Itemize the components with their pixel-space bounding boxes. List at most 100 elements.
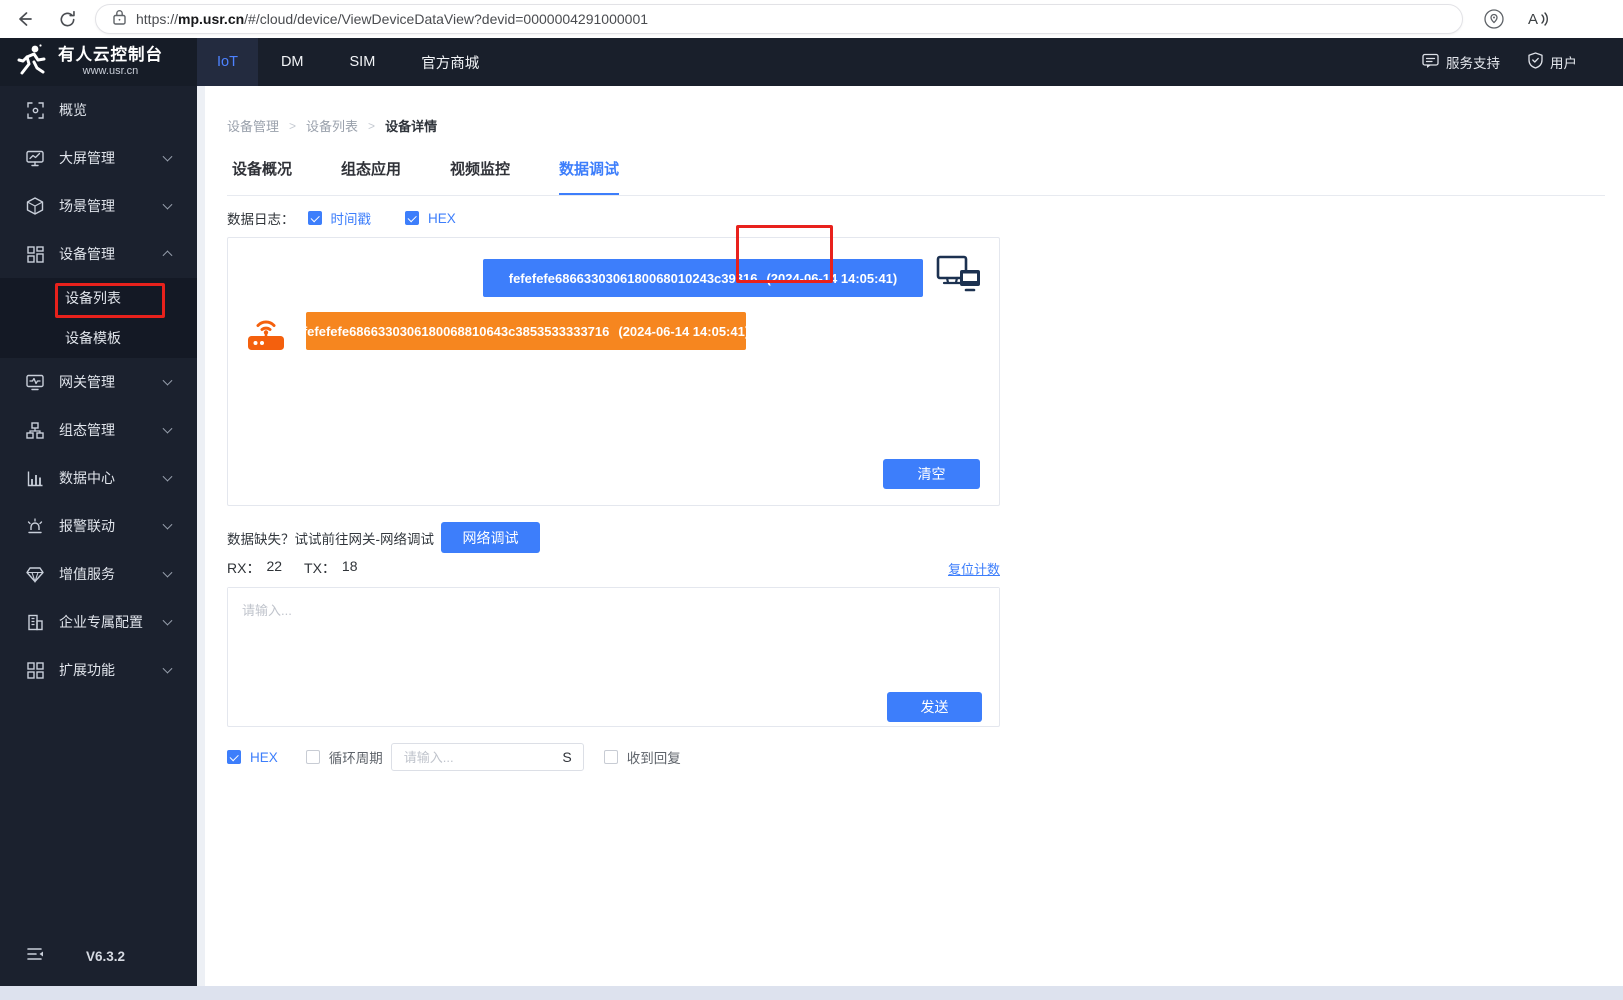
breadcrumb-current: 设备详情: [385, 119, 438, 134]
sidebar: 概览 大屏管理 场景管理 设备管理 设备列表 设备模板 网关管理 组态管理 数据…: [0, 86, 197, 986]
version-label: V6.3.2: [86, 949, 126, 964]
rx-label: RX：: [227, 560, 261, 576]
checkbox-checked-icon[interactable]: [227, 750, 241, 764]
sidebar-item-scada[interactable]: 组态管理: [0, 406, 197, 454]
breadcrumb-item[interactable]: 设备列表: [306, 116, 358, 135]
received-timestamp: (2024-06-14 14:05:41): [618, 323, 750, 339]
chevron-down-icon: [162, 471, 173, 482]
cycle-period-checkbox[interactable]: 循环周期: [305, 747, 383, 767]
user-menu[interactable]: 用户: [1528, 52, 1577, 72]
checkbox-checked-icon[interactable]: [307, 211, 322, 225]
sidebar-item-gateway[interactable]: 网关管理: [0, 358, 197, 406]
rx-value: 22: [266, 558, 283, 574]
send-message-textarea[interactable]: [228, 588, 999, 683]
sidebar-item-overview[interactable]: 概览: [0, 86, 197, 134]
browser-location-icon[interactable]: [1482, 7, 1506, 31]
nav-tab-sim[interactable]: SIM: [327, 38, 399, 86]
chevron-down-icon: [162, 567, 173, 578]
browser-address-bar[interactable]: https://mp.usr.cn/#/cloud/device/ViewDev…: [95, 4, 1463, 34]
breadcrumb: 设备管理 > 设备列表 > 设备详情: [227, 116, 437, 135]
support-menu[interactable]: 服务支持: [1422, 52, 1500, 72]
sidebar-item-enterprise[interactable]: 企业专属配置: [0, 598, 197, 646]
checkbox-unchecked-icon[interactable]: [603, 750, 618, 764]
breadcrumb-item[interactable]: 设备管理: [227, 116, 279, 135]
nav-tab-dm[interactable]: DM: [258, 38, 327, 86]
router-icon: [245, 308, 287, 359]
nav-tab-mall[interactable]: 官方商城: [398, 38, 502, 86]
app-screen: https://mp.usr.cn/#/cloud/device/ViewDev…: [0, 0, 1623, 1000]
network-debug-button[interactable]: 网络调试: [441, 522, 540, 553]
device-submenu: 设备列表 设备模板: [0, 278, 197, 358]
checkbox-unchecked-icon[interactable]: [305, 750, 320, 764]
tabs-divider: [227, 195, 1605, 196]
building-icon: [26, 613, 44, 631]
usr-runner-logo-icon: [15, 43, 49, 82]
received-message-bubble: fefefefe6866330306180068810643c385353333…: [302, 312, 750, 350]
sidebar-item-device-list[interactable]: 设备列表: [0, 278, 197, 318]
overview-icon: [26, 101, 44, 119]
reply-received-checkbox[interactable]: 收到回复: [603, 747, 681, 767]
sidebar-item-alarm[interactable]: 报警联动: [0, 502, 197, 550]
tab-video-monitor[interactable]: 视频监控: [450, 158, 510, 196]
sidebar-item-datacenter[interactable]: 数据中心: [0, 454, 197, 502]
hex-send-checkbox[interactable]: HEX: [227, 750, 278, 765]
browser-read-aloud-icon[interactable]: A: [1524, 7, 1554, 31]
tx-value: 18: [341, 558, 358, 574]
platform-device-icon: [936, 254, 982, 303]
svg-text:A: A: [1528, 11, 1538, 28]
tx-label: TX：: [304, 560, 336, 576]
breadcrumb-separator: >: [368, 118, 376, 133]
rx-tx-counters: RX： 22 TX： 18 复位计数: [227, 558, 1000, 578]
clear-button[interactable]: 清空: [883, 459, 980, 489]
sidebar-item-extension[interactable]: 扩展功能: [0, 646, 197, 694]
browser-back-icon[interactable]: [12, 7, 36, 31]
main-content: 设备管理 > 设备列表 > 设备详情 设备概况 组态应用 视频监控 数据调试 数…: [205, 86, 1623, 986]
sidebar-item-scene[interactable]: 场景管理: [0, 182, 197, 230]
collapse-sidebar-icon[interactable]: [27, 947, 44, 966]
reset-counter-link[interactable]: 复位计数: [948, 559, 1000, 578]
chevron-down-icon: [162, 423, 173, 434]
browser-refresh-icon[interactable]: [55, 7, 79, 31]
device-grid-icon: [26, 245, 44, 263]
timestamp-checkbox[interactable]: 时间戳: [307, 208, 371, 228]
missing-data-hint: 数据缺失？试试前往网关-网络调试: [227, 531, 434, 547]
tab-device-overview[interactable]: 设备概况: [232, 158, 292, 196]
chevron-down-icon: [162, 151, 173, 162]
chevron-up-icon: [162, 250, 173, 261]
url-text: https://mp.usr.cn/#/cloud/device/ViewDev…: [136, 11, 649, 27]
chevron-down-icon: [162, 615, 173, 626]
checkbox-checked-icon[interactable]: [405, 211, 419, 225]
content-gutter: [197, 86, 205, 986]
bottom-strip: [0, 986, 1623, 1000]
shield-icon: [1528, 52, 1543, 72]
data-log-panel: fefefefe6866330306180068010243c39316 (20…: [227, 237, 1000, 506]
sidebar-item-vas[interactable]: 增值服务: [0, 550, 197, 598]
brand-title: 有人云控制台: [58, 46, 163, 64]
tab-scada-app[interactable]: 组态应用: [341, 158, 401, 196]
sidebar-item-bigscreen[interactable]: 大屏管理: [0, 134, 197, 182]
scene-3dbox-icon: [26, 197, 44, 215]
send-button[interactable]: 发送: [887, 692, 982, 722]
received-hex-text: fefefefe6866330306180068810643c385353333…: [302, 323, 610, 339]
missing-data-hint-row: 数据缺失？试试前往网关-网络调试 网络调试: [227, 522, 540, 553]
chevron-down-icon: [162, 199, 173, 210]
browser-toolbar: https://mp.usr.cn/#/cloud/device/ViewDev…: [0, 0, 1623, 38]
scada-blocks-icon: [26, 421, 44, 439]
tab-data-debug[interactable]: 数据调试: [559, 158, 620, 196]
send-input-panel: 发送: [227, 587, 1000, 727]
sent-hex-text: fefefefe6866330306180068010243c39316: [508, 270, 758, 286]
sidebar-item-device-template[interactable]: 设备模板: [0, 318, 197, 358]
cycle-unit-label: S: [562, 749, 572, 765]
chevron-down-icon: [162, 519, 173, 530]
nav-tab-iot[interactable]: IoT: [197, 38, 258, 86]
chevron-down-icon: [162, 375, 173, 386]
cycle-period-input[interactable]: [391, 749, 563, 765]
data-log-label: 数据日志：: [227, 212, 295, 227]
hex-log-checkbox[interactable]: HEX: [405, 211, 456, 226]
data-log-options: 数据日志： 时间戳 HEX: [227, 208, 490, 228]
sent-timestamp: (2024-06-14 14:05:41): [766, 270, 898, 286]
sidebar-item-device[interactable]: 设备管理: [0, 230, 197, 278]
send-options-row: HEX 循环周期 S 收到回复: [227, 743, 681, 771]
bar-chart-icon: [26, 469, 44, 487]
brand-logo-area[interactable]: 有人云控制台 www.usr.cn: [0, 38, 197, 86]
